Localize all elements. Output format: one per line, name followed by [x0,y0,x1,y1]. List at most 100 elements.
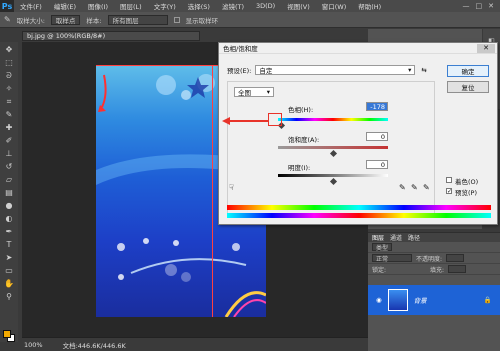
layer-thumbnail [387,289,408,311]
maximize-button[interactable]: □ [476,2,483,10]
layer-row-background[interactable]: ◉ 背景 🔒 [368,285,500,315]
menu-3d[interactable]: 3D(D) [250,2,281,10]
eyedropper-plus-icon[interactable]: ✎ [411,183,418,192]
guide-line [212,65,213,317]
pen-tool-icon[interactable]: ✒ [3,226,15,237]
brush-tool-icon[interactable]: ✐ [3,135,15,146]
menu-help[interactable]: 帮助(H) [352,1,387,11]
eye-icon[interactable]: ◉ [376,296,382,304]
input-color-bar [227,205,491,210]
layer-kind-filter[interactable]: 类型 [372,243,393,252]
path-select-icon[interactable]: ➤ [3,252,15,263]
preset-row: 预设(E): 自定 ▾ ⇆ [227,65,427,75]
lock-icon: 🔒 [483,296,492,304]
clone-stamp-icon[interactable]: ⊥ [3,148,15,159]
layers-panel: 图层 通道 路径 类型 正常 不透明度: 锁定: 填充: ◉ 背景 🔒 [368,232,500,351]
crop-tool-icon[interactable]: ⌗ [3,96,15,107]
tab-channels[interactable]: 通道 [390,233,402,242]
sample-layer-select[interactable]: 所有图层 [107,14,168,25]
close-window-button[interactable]: ✕ [488,2,494,10]
channel-select[interactable]: 全图 ▾ [234,87,274,97]
minimize-button[interactable]: — [463,2,470,10]
zoom-tool-icon[interactable]: ⚲ [3,291,15,302]
eraser-tool-icon[interactable]: ▱ [3,174,15,185]
lasso-tool-icon[interactable]: ᘐ [3,70,15,81]
output-color-bar [227,213,491,218]
lock-label: 锁定: [372,266,387,274]
eyedropper-tool-icon[interactable]: ✎ [4,15,11,24]
targeted-adjustment-icon[interactable]: ☟ [229,183,234,192]
saturation-slider-knob[interactable] [329,149,338,158]
options-bar: ✎ 取样大小: 取样点 样本: 所有图层 显示取样环 [0,12,500,28]
document-tab-label: bj.jpg @ 100%(RGB/8#) [27,32,106,40]
show-ring-label: 显示取样环 [185,16,219,25]
layers-panel-tabs: 图层 通道 路径 [368,233,500,242]
lock-row: 锁定: 填充: [368,264,500,275]
hand-tool-icon[interactable]: ✋ [3,278,15,289]
fill-field[interactable] [448,265,467,273]
foreground-color-swatch[interactable] [3,330,11,338]
preset-label: 预设(E): [227,67,252,75]
sample-size-select[interactable]: 取样点 [50,14,81,25]
dialog-titlebar[interactable]: 色相/饱和度 ✕ [219,43,497,54]
hue-slider-track[interactable] [278,118,388,121]
hue-saturation-dialog: 色相/饱和度 ✕ 预设(E): 自定 ▾ ⇆ 确定 复位 全图 ▾ 色相(H):… [218,42,498,225]
eyedropper-icon[interactable]: ✎ [3,109,15,120]
marquee-tool-icon[interactable]: ⬚ [3,57,15,68]
document-tab[interactable]: bj.jpg @ 100%(RGB/8#) [22,31,200,41]
gradient-tool-icon[interactable]: ▤ [3,187,15,198]
healing-brush-icon[interactable]: ✚ [3,122,15,133]
lightness-label: 明度(I): [288,164,311,172]
opacity-field[interactable] [446,254,465,262]
quick-select-tool-icon[interactable]: ✧ [3,83,15,94]
ok-button[interactable]: 确定 [447,65,489,77]
show-ring-checkbox[interactable] [173,16,180,23]
zoom-level[interactable]: 100% [24,341,43,349]
opacity-label: 不透明度: [416,255,443,263]
saturation-input[interactable]: 0 [366,132,388,141]
menu-select[interactable]: 选择(S) [182,1,216,11]
preset-select[interactable]: 自定 ▾ [255,65,416,75]
lightness-slider-knob[interactable] [329,177,338,186]
saturation-label: 饱和度(A): [288,136,320,144]
dialog-title: 色相/饱和度 [223,45,258,53]
channel-value: 全图 [238,89,251,97]
blend-mode-select[interactable]: 正常 [372,254,412,263]
blur-tool-icon[interactable]: ● [3,200,15,211]
preview-checkbox[interactable]: ✓ [446,188,452,195]
menu-bar: Ps 文件(F) 编辑(E) 图像(I) 图层(L) 文字(Y) 选择(S) 滤… [0,0,500,12]
menu-layer[interactable]: 图层(L) [114,1,148,11]
menu-window[interactable]: 窗口(W) [316,1,353,11]
preset-options-icon[interactable]: ⇆ [421,66,426,74]
tab-paths[interactable]: 路径 [408,233,420,242]
menu-type[interactable]: 文字(Y) [148,1,182,11]
lightness-input[interactable]: 0 [366,160,388,169]
sample-size-label: 取样大小: [16,16,45,25]
dodge-tool-icon[interactable]: ◐ [3,213,15,224]
menu-filter[interactable]: 滤镜(T) [216,1,250,11]
history-brush-icon[interactable]: ↺ [3,161,15,172]
menu-view[interactable]: 视图(V) [281,1,316,11]
hue-knob-highlight [268,113,282,126]
blend-row: 正常 不透明度: [368,253,500,264]
preset-value: 自定 [259,67,273,75]
preview-label: 预览(P) [455,189,477,197]
type-tool-icon[interactable]: T [3,239,15,250]
hue-input[interactable]: -178 [366,102,388,111]
tab-layers[interactable]: 图层 [372,233,384,242]
colorize-checkbox[interactable] [446,177,452,183]
menu-file[interactable]: 文件(F) [14,1,48,11]
menu-edit[interactable]: 编辑(E) [48,1,82,11]
document-size: 文档:446.6K/446.6K [62,341,126,350]
close-icon[interactable]: ✕ [477,43,495,53]
shape-tool-icon[interactable]: ▭ [3,265,15,276]
adjust-group: 全图 ▾ 色相(H): -178 饱和度(A): 0 明度(I): 0 [227,81,435,216]
eyedropper-icon[interactable]: ✎ [399,183,406,192]
eyedropper-minus-icon[interactable]: ✎ [423,183,430,192]
window-controls: — □ ✕ [463,2,500,10]
menu-image[interactable]: 图像(I) [82,1,114,11]
reset-button[interactable]: 复位 [447,81,489,93]
fill-label: 填充: [430,266,445,274]
chevron-down-icon: ▾ [266,88,270,96]
move-tool-icon[interactable]: ✥ [3,44,15,55]
